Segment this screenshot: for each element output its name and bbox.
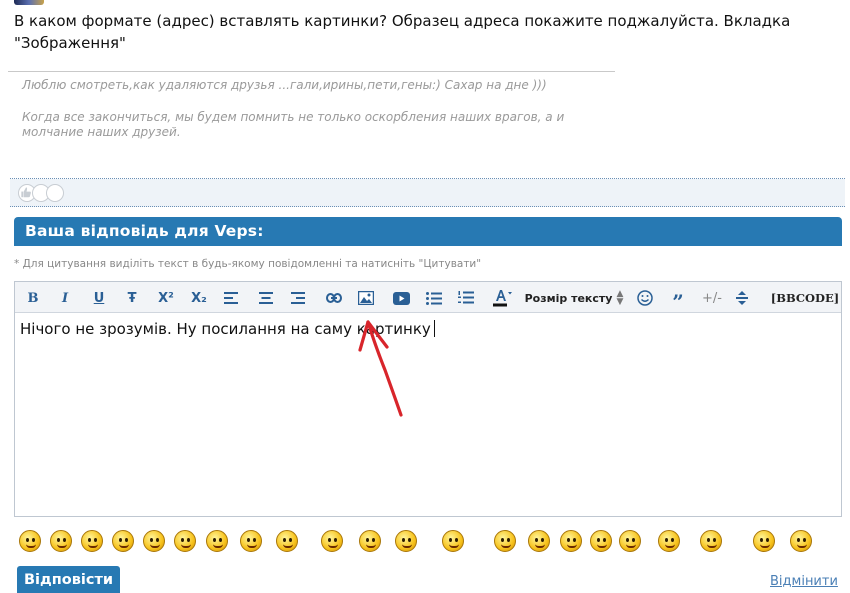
text-color-icon[interactable] [493,288,513,308]
confused-icon[interactable] [143,530,165,552]
bbcode-toggle[interactable]: [BBCODE] [771,288,839,308]
italic-button[interactable]: I [57,288,73,308]
post-text: В каком формате (адрес) вставлять картин… [14,12,791,52]
lol-icon[interactable] [790,530,812,552]
bold-button[interactable]: B [25,288,41,308]
editor-toolbar: B I U Ŧ X² X₂ Розмір тексту ▲ ▼ ” +/- [B… [15,282,841,314]
spoiler-button[interactable]: +/- [699,288,725,308]
like-widget[interactable] [18,184,68,202]
cool-icon[interactable] [206,530,228,552]
text-caret [433,320,435,337]
shout-icon[interactable] [528,530,550,552]
reply-header: Ваша відповідь для Veps: [14,217,842,246]
align-right-icon[interactable] [290,288,306,308]
font-size-select[interactable]: Розмір тексту ▲ ▼ [524,288,624,308]
wink-icon[interactable] [240,530,262,552]
align-left-icon[interactable] [223,288,239,308]
signature-line-2: Когда все закончиться, мы будем помнить … [22,110,565,139]
avatar [14,0,44,5]
devil-icon[interactable] [442,530,464,552]
link-icon[interactable] [325,288,343,308]
font-size-label: Розмір тексту [524,291,613,305]
smile-icon[interactable] [19,530,41,552]
angry-icon[interactable] [276,530,298,552]
subscript-button[interactable]: X₂ [188,288,210,308]
sleepy-icon[interactable] [619,530,641,552]
grin-icon[interactable] [81,530,103,552]
signature-line-1: Люблю смотреть,как удаляются друзья ...г… [22,78,547,92]
shy-icon[interactable] [658,530,680,552]
like-bar [10,179,845,207]
tongue-icon[interactable] [359,530,381,552]
mad-icon[interactable] [321,530,343,552]
kiss-icon[interactable] [395,530,417,552]
signature-divider [8,71,615,72]
angel-icon[interactable] [560,530,582,552]
whistle-icon[interactable] [112,530,134,552]
bullet-list-icon[interactable] [426,288,442,308]
hide-text-icon[interactable] [735,288,749,308]
crowd-icon[interactable] [700,530,722,552]
smiley-icon[interactable] [636,288,654,308]
chevron-updown-icon: ▲ ▼ [616,289,624,307]
thumbs-down-icon[interactable] [46,184,64,202]
underline-button[interactable]: U [91,288,107,308]
evil-icon[interactable] [494,530,516,552]
smile-icon[interactable] [50,530,72,552]
numbered-list-icon[interactable] [458,288,474,308]
superscript-button[interactable]: X² [155,288,177,308]
smirk-icon[interactable] [590,530,612,552]
quote-hint: * Для цитування виділіть текст в будь-як… [14,258,482,270]
strikethrough-button[interactable]: Ŧ [124,288,140,308]
laugh-icon[interactable] [174,530,196,552]
quote-button[interactable]: ” [670,288,686,314]
align-center-icon[interactable] [258,288,274,308]
cancel-link[interactable]: Відмінити [770,574,838,589]
smiley-bar [14,530,844,560]
reply-editor[interactable]: B I U Ŧ X² X₂ Розмір тексту ▲ ▼ ” +/- [B… [14,281,842,517]
editor-text: Нічого не зрозумів. Ну посилання на саму… [20,320,431,338]
editor-text-area[interactable]: Нічого не зрозумів. Ну посилання на саму… [20,320,435,338]
eyeroll-icon[interactable] [753,530,775,552]
post-body: В каком формате (адрес) вставлять картин… [14,10,834,54]
insert-video-icon[interactable] [392,288,410,308]
insert-image-icon[interactable] [357,288,375,308]
reply-button[interactable]: Відповісти [17,566,120,593]
